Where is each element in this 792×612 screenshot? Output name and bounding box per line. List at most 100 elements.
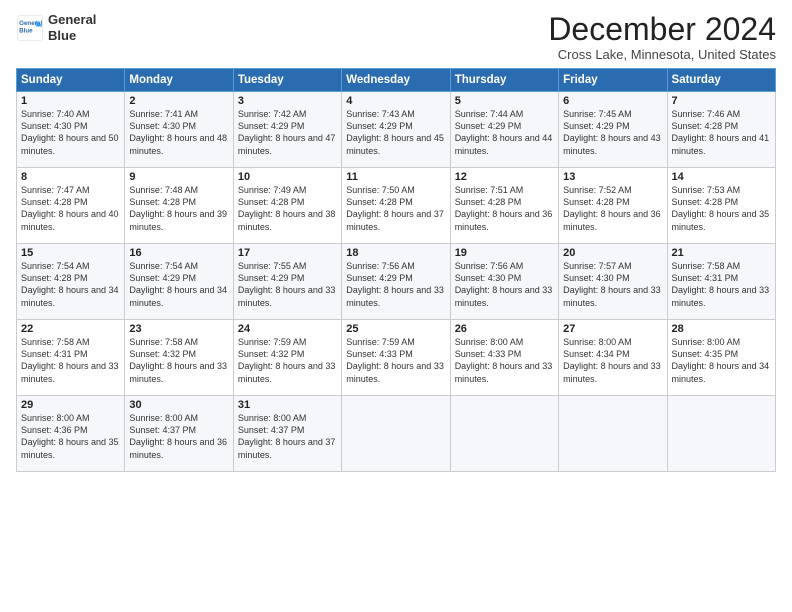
day-number: 11 [346,171,445,183]
day-number: 25 [346,323,445,335]
calendar-cell: 25Sunrise: 7:59 AMSunset: 4:33 PMDayligh… [342,320,450,396]
day-number: 12 [455,171,554,183]
cell-content: Sunrise: 7:52 AMSunset: 4:28 PMDaylight:… [563,184,662,233]
day-number: 30 [129,399,228,411]
day-number: 24 [238,323,337,335]
week-row-3: 15Sunrise: 7:54 AMSunset: 4:28 PMDayligh… [17,244,776,320]
day-number: 22 [21,323,120,335]
cell-content: Sunrise: 7:44 AMSunset: 4:29 PMDaylight:… [455,108,554,157]
calendar-cell: 9Sunrise: 7:48 AMSunset: 4:28 PMDaylight… [125,168,233,244]
calendar-cell: 7Sunrise: 7:46 AMSunset: 4:28 PMDaylight… [667,92,775,168]
calendar-cell: 24Sunrise: 7:59 AMSunset: 4:32 PMDayligh… [233,320,341,396]
calendar-cell: 21Sunrise: 7:58 AMSunset: 4:31 PMDayligh… [667,244,775,320]
cell-content: Sunrise: 7:58 AMSunset: 4:31 PMDaylight:… [672,260,771,309]
calendar-cell: 15Sunrise: 7:54 AMSunset: 4:28 PMDayligh… [17,244,125,320]
day-number: 15 [21,247,120,259]
title-area: December 2024 Cross Lake, Minnesota, Uni… [548,12,776,62]
day-number: 21 [672,247,771,259]
cell-content: Sunrise: 7:48 AMSunset: 4:28 PMDaylight:… [129,184,228,233]
calendar-cell: 3Sunrise: 7:42 AMSunset: 4:29 PMDaylight… [233,92,341,168]
cell-content: Sunrise: 8:00 AMSunset: 4:36 PMDaylight:… [21,412,120,461]
header-day-tuesday: Tuesday [233,69,341,92]
calendar-cell: 2Sunrise: 7:41 AMSunset: 4:30 PMDaylight… [125,92,233,168]
week-row-5: 29Sunrise: 8:00 AMSunset: 4:36 PMDayligh… [17,396,776,472]
day-number: 17 [238,247,337,259]
calendar-cell: 13Sunrise: 7:52 AMSunset: 4:28 PMDayligh… [559,168,667,244]
cell-content: Sunrise: 7:54 AMSunset: 4:29 PMDaylight:… [129,260,228,309]
calendar-cell: 31Sunrise: 8:00 AMSunset: 4:37 PMDayligh… [233,396,341,472]
header-day-monday: Monday [125,69,233,92]
calendar-cell [559,396,667,472]
calendar-cell: 6Sunrise: 7:45 AMSunset: 4:29 PMDaylight… [559,92,667,168]
calendar-cell: 16Sunrise: 7:54 AMSunset: 4:29 PMDayligh… [125,244,233,320]
calendar-cell: 22Sunrise: 7:58 AMSunset: 4:31 PMDayligh… [17,320,125,396]
calendar-cell: 4Sunrise: 7:43 AMSunset: 4:29 PMDaylight… [342,92,450,168]
cell-content: Sunrise: 7:58 AMSunset: 4:32 PMDaylight:… [129,336,228,385]
day-number: 4 [346,95,445,107]
day-number: 8 [21,171,120,183]
day-number: 7 [672,95,771,107]
calendar-cell: 27Sunrise: 8:00 AMSunset: 4:34 PMDayligh… [559,320,667,396]
day-number: 26 [455,323,554,335]
cell-content: Sunrise: 7:42 AMSunset: 4:29 PMDaylight:… [238,108,337,157]
header-day-thursday: Thursday [450,69,558,92]
calendar-cell: 20Sunrise: 7:57 AMSunset: 4:30 PMDayligh… [559,244,667,320]
svg-text:Blue: Blue [19,27,33,34]
header-day-sunday: Sunday [17,69,125,92]
calendar-table: SundayMondayTuesdayWednesdayThursdayFrid… [16,68,776,472]
day-number: 31 [238,399,337,411]
week-row-2: 8Sunrise: 7:47 AMSunset: 4:28 PMDaylight… [17,168,776,244]
cell-content: Sunrise: 7:55 AMSunset: 4:29 PMDaylight:… [238,260,337,309]
calendar-cell: 5Sunrise: 7:44 AMSunset: 4:29 PMDaylight… [450,92,558,168]
cell-content: Sunrise: 7:56 AMSunset: 4:29 PMDaylight:… [346,260,445,309]
day-number: 2 [129,95,228,107]
week-row-4: 22Sunrise: 7:58 AMSunset: 4:31 PMDayligh… [17,320,776,396]
cell-content: Sunrise: 8:00 AMSunset: 4:35 PMDaylight:… [672,336,771,385]
cell-content: Sunrise: 7:46 AMSunset: 4:28 PMDaylight:… [672,108,771,157]
calendar-cell: 8Sunrise: 7:47 AMSunset: 4:28 PMDaylight… [17,168,125,244]
cell-content: Sunrise: 7:47 AMSunset: 4:28 PMDaylight:… [21,184,120,233]
cell-content: Sunrise: 7:59 AMSunset: 4:32 PMDaylight:… [238,336,337,385]
day-number: 13 [563,171,662,183]
cell-content: Sunrise: 7:57 AMSunset: 4:30 PMDaylight:… [563,260,662,309]
calendar-cell: 28Sunrise: 8:00 AMSunset: 4:35 PMDayligh… [667,320,775,396]
cell-content: Sunrise: 7:49 AMSunset: 4:28 PMDaylight:… [238,184,337,233]
calendar-cell: 1Sunrise: 7:40 AMSunset: 4:30 PMDaylight… [17,92,125,168]
day-number: 18 [346,247,445,259]
logo-icon: General Blue [16,14,44,42]
calendar-cell: 30Sunrise: 8:00 AMSunset: 4:37 PMDayligh… [125,396,233,472]
calendar-cell: 11Sunrise: 7:50 AMSunset: 4:28 PMDayligh… [342,168,450,244]
cell-content: Sunrise: 7:41 AMSunset: 4:30 PMDaylight:… [129,108,228,157]
cell-content: Sunrise: 7:50 AMSunset: 4:28 PMDaylight:… [346,184,445,233]
day-number: 27 [563,323,662,335]
header-day-wednesday: Wednesday [342,69,450,92]
cell-content: Sunrise: 8:00 AMSunset: 4:37 PMDaylight:… [238,412,337,461]
day-number: 6 [563,95,662,107]
cell-content: Sunrise: 7:59 AMSunset: 4:33 PMDaylight:… [346,336,445,385]
logo-text: GeneralBlue [48,12,96,43]
day-number: 10 [238,171,337,183]
day-number: 14 [672,171,771,183]
cell-content: Sunrise: 7:51 AMSunset: 4:28 PMDaylight:… [455,184,554,233]
calendar-cell: 19Sunrise: 7:56 AMSunset: 4:30 PMDayligh… [450,244,558,320]
header-day-friday: Friday [559,69,667,92]
day-number: 23 [129,323,228,335]
cell-content: Sunrise: 7:53 AMSunset: 4:28 PMDaylight:… [672,184,771,233]
cell-content: Sunrise: 8:00 AMSunset: 4:37 PMDaylight:… [129,412,228,461]
day-number: 1 [21,95,120,107]
calendar-cell [450,396,558,472]
calendar-cell: 18Sunrise: 7:56 AMSunset: 4:29 PMDayligh… [342,244,450,320]
day-number: 16 [129,247,228,259]
day-number: 19 [455,247,554,259]
day-number: 28 [672,323,771,335]
calendar-cell: 26Sunrise: 8:00 AMSunset: 4:33 PMDayligh… [450,320,558,396]
logo: General Blue GeneralBlue [16,12,96,43]
header: General Blue GeneralBlue December 2024 C… [16,12,776,62]
header-day-saturday: Saturday [667,69,775,92]
cell-content: Sunrise: 7:43 AMSunset: 4:29 PMDaylight:… [346,108,445,157]
month-title: December 2024 [548,12,776,47]
cell-content: Sunrise: 7:58 AMSunset: 4:31 PMDaylight:… [21,336,120,385]
calendar-cell: 29Sunrise: 8:00 AMSunset: 4:36 PMDayligh… [17,396,125,472]
calendar-cell: 14Sunrise: 7:53 AMSunset: 4:28 PMDayligh… [667,168,775,244]
cell-content: Sunrise: 7:40 AMSunset: 4:30 PMDaylight:… [21,108,120,157]
